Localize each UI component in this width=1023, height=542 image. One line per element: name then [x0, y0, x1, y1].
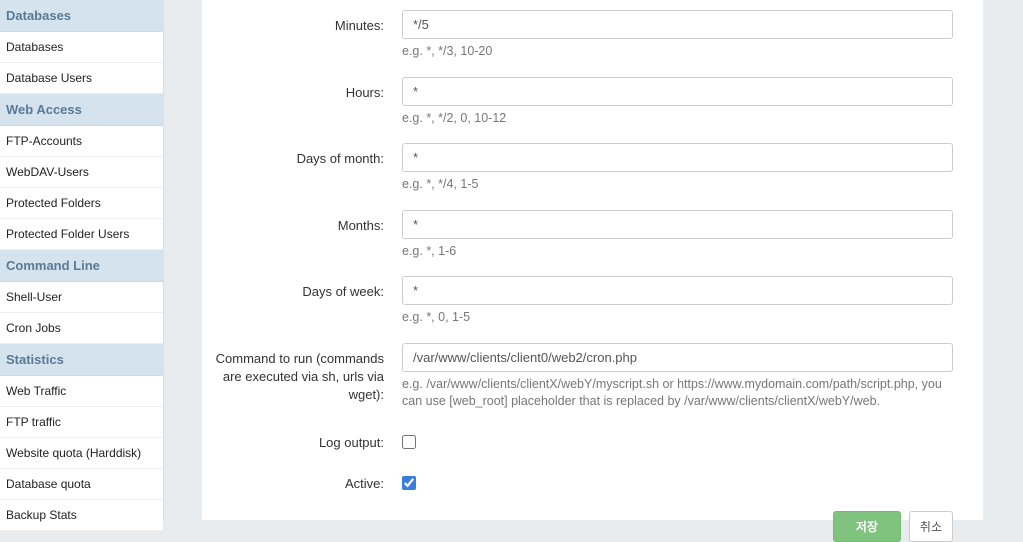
days-of-week-label: Days of week: [212, 276, 402, 301]
minutes-label: Minutes: [212, 10, 402, 35]
days-of-month-input[interactable] [402, 143, 953, 172]
days-of-week-hint: e.g. *, 0, 1-5 [402, 309, 953, 327]
sidebar-header-statistics: Statistics [0, 344, 163, 376]
active-label: Active: [212, 468, 402, 493]
sidebar-item-ftp-accounts[interactable]: FTP-Accounts [0, 126, 163, 157]
sidebar-item-webdav-users[interactable]: WebDAV-Users [0, 157, 163, 188]
log-output-checkbox[interactable] [402, 435, 416, 449]
sidebar-header-command-line: Command Line [0, 250, 163, 282]
log-output-label: Log output: [212, 427, 402, 452]
save-button[interactable]: 저장 [833, 511, 901, 542]
command-label: Command to run (commands are executed vi… [212, 343, 402, 405]
sidebar-item-database-quota[interactable]: Database quota [0, 469, 163, 500]
sidebar-item-database-users[interactable]: Database Users [0, 63, 163, 94]
sidebar-item-protected-folders[interactable]: Protected Folders [0, 188, 163, 219]
days-of-month-hint: e.g. *, */4, 1-5 [402, 176, 953, 194]
hours-hint: e.g. *, */2, 0, 10-12 [402, 110, 953, 128]
sidebar-item-backup-stats[interactable]: Backup Stats [0, 500, 163, 531]
hours-label: Hours: [212, 77, 402, 102]
days-of-week-input[interactable] [402, 276, 953, 305]
minutes-input[interactable] [402, 10, 953, 39]
months-input[interactable] [402, 210, 953, 239]
sidebar-item-protected-folder-users[interactable]: Protected Folder Users [0, 219, 163, 250]
sidebar-header-databases: Databases [0, 0, 163, 32]
sidebar-item-website-quota[interactable]: Website quota (Harddisk) [0, 438, 163, 469]
sidebar: Databases Databases Database Users Web A… [0, 0, 164, 520]
layout-gap [164, 0, 202, 520]
sidebar-item-cron-jobs[interactable]: Cron Jobs [0, 313, 163, 344]
sidebar-item-ftp-traffic[interactable]: FTP traffic [0, 407, 163, 438]
months-label: Months: [212, 210, 402, 235]
command-input[interactable] [402, 343, 953, 372]
active-checkbox[interactable] [402, 476, 416, 490]
hours-input[interactable] [402, 77, 953, 106]
sidebar-header-web-access: Web Access [0, 94, 163, 126]
sidebar-item-shell-user[interactable]: Shell-User [0, 282, 163, 313]
sidebar-item-databases[interactable]: Databases [0, 32, 163, 63]
sidebar-item-web-traffic[interactable]: Web Traffic [0, 376, 163, 407]
days-of-month-label: Days of month: [212, 143, 402, 168]
months-hint: e.g. *, 1-6 [402, 243, 953, 261]
cron-form-panel: Minutes: e.g. *, */3, 10-20 Hours: e.g. … [202, 0, 983, 520]
minutes-hint: e.g. *, */3, 10-20 [402, 43, 953, 61]
cancel-button[interactable]: 취소 [909, 511, 953, 542]
command-hint: e.g. /var/www/clients/clientX/webY/myscr… [402, 376, 953, 411]
